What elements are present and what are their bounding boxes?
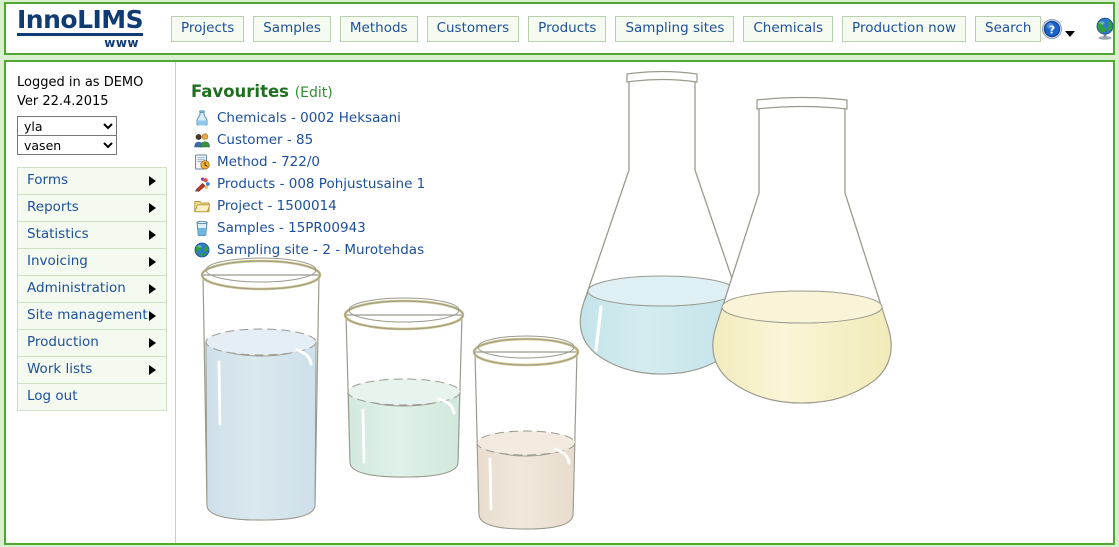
application-header: InnoLIMS www Projects Samples Methods Cu…: [4, 2, 1115, 55]
sidebar-item-site-management[interactable]: Site management: [18, 303, 166, 330]
sidebar-item-label: Forms: [27, 172, 69, 188]
favourites-heading: Favourites (Edit): [191, 82, 425, 103]
chevron-right-icon: [149, 229, 156, 240]
sidebar-item-label: Log out: [27, 388, 78, 404]
favourite-label: Customer - 85: [217, 132, 314, 148]
chevron-down-icon: [1065, 30, 1076, 37]
favourite-samples[interactable]: Samples - 15PR00943: [191, 217, 425, 239]
favourite-label: Products - 008 Pohjustusaine 1: [217, 176, 426, 192]
sidebar-item-administration[interactable]: Administration: [18, 276, 166, 303]
favourites-edit-link[interactable]: (Edit): [295, 85, 333, 101]
nav-methods[interactable]: Methods: [339, 15, 418, 42]
sampling-site-globe-icon: [194, 242, 210, 258]
logo-www-text: www: [104, 35, 139, 50]
help-menu-button[interactable]: ?: [1041, 18, 1076, 40]
header-icon-group: ?: [1041, 17, 1119, 41]
left-sidebar: Logged in as DEMO Ver 22.4.2015 yla vase…: [6, 62, 176, 543]
sidebar-item-statistics[interactable]: Statistics: [18, 222, 166, 249]
nav-search[interactable]: Search: [975, 15, 1042, 42]
flask-cyan: [579, 70, 745, 375]
sidebar-item-label: Invoicing: [27, 253, 88, 269]
sidebar-item-label: Work lists: [27, 361, 93, 377]
chevron-right-icon: [149, 256, 156, 267]
beaker-blue: [200, 257, 322, 521]
main-content-area: Favourites (Edit) Chemicals - 0002 Heksa…: [177, 62, 1113, 543]
chemical-bottle-icon: [196, 110, 208, 126]
top-layout-select[interactable]: yla: [17, 116, 117, 136]
layout-selectors: yla vasen: [17, 116, 175, 155]
favourite-sampling-site[interactable]: Sampling site - 2 - Murotehdas: [191, 239, 425, 261]
favourite-label: Sampling site - 2 - Murotehdas: [217, 242, 425, 258]
chevron-right-icon: [149, 202, 156, 213]
favourite-label: Project - 1500014: [217, 198, 337, 214]
favourite-label: Samples - 15PR00943: [217, 220, 366, 236]
sidebar-item-forms[interactable]: Forms: [18, 168, 166, 195]
sidebar-item-label: Production: [27, 334, 99, 350]
chevron-right-icon: [149, 310, 156, 321]
project-folder-icon: [194, 201, 210, 213]
logo-wordmark: InnoLIMS: [17, 4, 144, 36]
sidebar-menu: Forms Reports Statistics Invoicing Admin…: [17, 167, 167, 411]
favourites-title: Favourites: [191, 82, 289, 101]
nav-products[interactable]: Products: [528, 15, 607, 42]
sidebar-item-log-out[interactable]: Log out: [18, 384, 166, 410]
beaker-beige: [472, 335, 580, 530]
main-body-panel: Logged in as DEMO Ver 22.4.2015 yla vase…: [4, 60, 1115, 545]
sample-beaker-icon: [196, 220, 208, 236]
favourite-label: Chemicals - 0002 Heksaani: [217, 110, 401, 126]
svg-text:?: ?: [1049, 23, 1055, 36]
sidebar-item-reports[interactable]: Reports: [18, 195, 166, 222]
top-navigation-bar: Projects Samples Methods Customers Produ…: [171, 15, 1042, 42]
flask-yellow: [712, 96, 892, 404]
sidebar-item-work-lists[interactable]: Work lists: [18, 357, 166, 384]
nav-sampling-sites[interactable]: Sampling sites: [615, 15, 735, 42]
chevron-right-icon: [149, 364, 156, 375]
favourite-label: Method - 722/0: [217, 154, 320, 170]
help-icon: ?: [1042, 18, 1063, 39]
version-label: Ver 22.4.2015: [17, 94, 109, 109]
products-palette-icon: [195, 177, 210, 192]
sidebar-item-invoicing[interactable]: Invoicing: [18, 249, 166, 276]
nav-projects[interactable]: Projects: [171, 15, 245, 42]
innolims-application-window: InnoLIMS www Projects Samples Methods Cu…: [0, 0, 1119, 547]
nav-customers[interactable]: Customers: [426, 15, 520, 42]
favourite-customer[interactable]: Customer - 85: [191, 129, 425, 151]
beaker-mint: [343, 297, 465, 478]
sidebar-item-label: Site management: [27, 307, 148, 323]
language-menu-button[interactable]: [1093, 17, 1119, 41]
globe-icon: [1097, 17, 1114, 40]
favourite-method[interactable]: Method - 722/0: [191, 151, 425, 173]
favourites-section: Favourites (Edit) Chemicals - 0002 Heksa…: [191, 82, 425, 261]
chevron-right-icon: [149, 283, 156, 294]
favourite-project[interactable]: Project - 1500014: [191, 195, 425, 217]
logged-in-label: Logged in as DEMO: [17, 75, 144, 90]
sidebar-item-label: Reports: [27, 199, 79, 215]
sidebar-item-label: Administration: [27, 280, 126, 296]
left-layout-select[interactable]: vasen: [17, 135, 117, 155]
favourite-chemicals[interactable]: Chemicals - 0002 Heksaani: [191, 107, 425, 129]
innolims-logo[interactable]: InnoLIMS www: [17, 4, 153, 50]
customers-icon: [194, 133, 210, 148]
nav-chemicals[interactable]: Chemicals: [743, 15, 834, 42]
nav-samples[interactable]: Samples: [253, 15, 331, 42]
chevron-right-icon: [149, 175, 156, 186]
chevron-right-icon: [149, 337, 156, 348]
favourite-products[interactable]: Products - 008 Pohjustusaine 1: [191, 173, 425, 195]
sidebar-item-label: Statistics: [27, 226, 89, 242]
method-clipboard-icon: [195, 154, 210, 170]
nav-production-now[interactable]: Production now: [842, 15, 967, 42]
sidebar-item-production[interactable]: Production: [18, 330, 166, 357]
